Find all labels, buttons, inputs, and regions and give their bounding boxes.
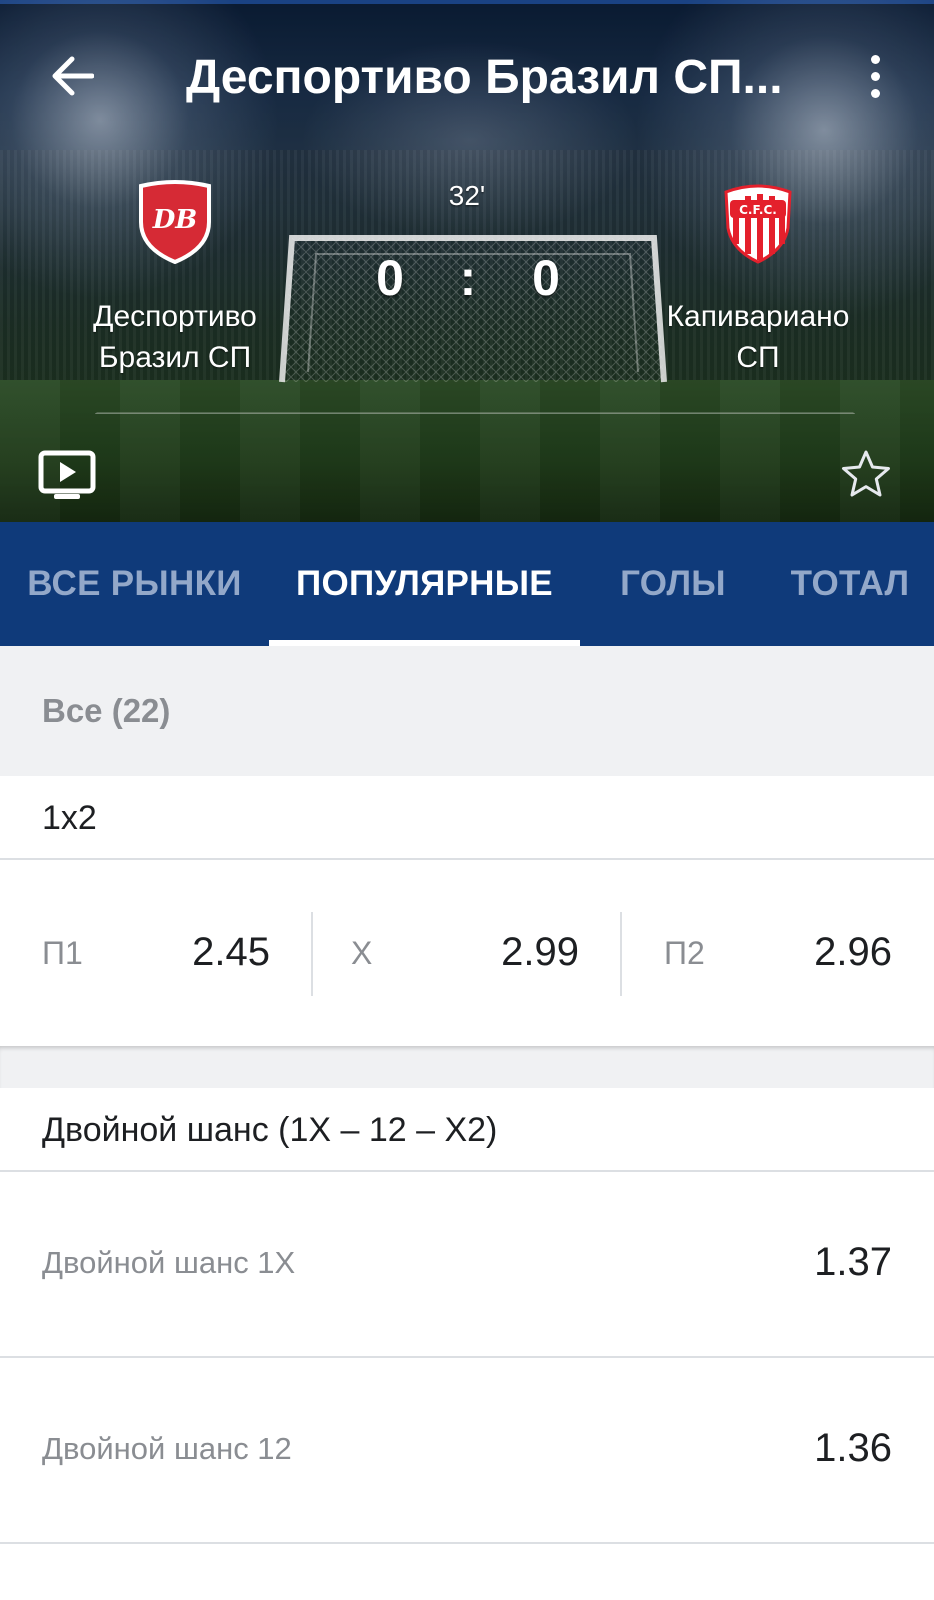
section-gap	[0, 1046, 934, 1088]
odds-value: 2.96	[814, 930, 892, 974]
odds-line-double-chance-12[interactable]: Двойной шанс 12 1.36	[0, 1358, 934, 1544]
market-filter[interactable]: Все (22)	[0, 646, 934, 776]
star-outline-icon	[842, 450, 890, 497]
away-team-name-line2: СП	[736, 341, 780, 374]
market-header-double-chance[interactable]: Двойной шанс (1X – 12 – X2)	[0, 1088, 934, 1172]
score-home: 0	[376, 250, 404, 306]
away-crest-text: C.F.C.	[739, 203, 777, 217]
odds-cell-p2[interactable]: П2 2.96	[622, 862, 934, 1046]
match-header-banner: Деспортиво Бразил СП... DB Деспортиво Бр…	[0, 0, 934, 522]
market-title: Двойной шанс (1X – 12 – X2)	[42, 1111, 498, 1149]
page-title: Деспортиво Бразил СП...	[186, 51, 783, 104]
odds-value: 1.37	[814, 1240, 892, 1284]
away-team[interactable]: C.F.C. Капивариано СП	[638, 178, 878, 378]
odds-label: П1	[42, 935, 83, 971]
market-tabs: ВСЕ РЫНКИ ПОПУЛЯРНЫЕ ГОЛЫ ТОТАЛ	[0, 522, 934, 646]
more-options-button[interactable]	[860, 48, 890, 104]
more-vertical-icon-dot	[870, 88, 880, 98]
market-header-1x2[interactable]: 1x2	[0, 776, 934, 860]
odds-line-double-chance-1x[interactable]: Двойной шанс 1X 1.37	[0, 1172, 934, 1358]
odds-label: Двойной шанс 12	[42, 1431, 292, 1466]
tab-goals[interactable]: ГОЛЫ	[580, 522, 766, 646]
favorite-button[interactable]	[840, 448, 892, 500]
more-vertical-icon-dot	[870, 71, 880, 81]
tab-total[interactable]: ТОТАЛ	[766, 522, 934, 646]
tab-popular[interactable]: ПОПУЛЯРНЫЕ	[269, 522, 580, 646]
filter-label: Все (22)	[42, 692, 171, 729]
away-team-name: Капивариано СП	[638, 296, 878, 378]
home-team-name: Деспортиво Бразил СП	[55, 296, 295, 378]
odds-row-1x2: П1 2.45 Х 2.99 П2 2.96	[0, 862, 934, 1046]
odds-cell-x[interactable]: Х 2.99	[313, 862, 621, 1046]
score-away: 0	[532, 250, 560, 306]
tab-all-markets[interactable]: ВСЕ РЫНКИ	[0, 522, 269, 646]
home-team-name-line2: Бразил СП	[98, 341, 252, 374]
odds-value: 2.99	[501, 930, 579, 974]
home-team-name-line1: Деспортиво	[93, 300, 257, 333]
arrow-left-icon	[52, 56, 94, 96]
odds-cell-p1[interactable]: П1 2.45	[0, 862, 312, 1046]
home-crest-text: DB	[152, 205, 198, 235]
odds-label: П2	[664, 935, 705, 971]
away-team-name-line1: Капивариано	[666, 300, 850, 333]
more-vertical-icon	[870, 54, 880, 64]
live-tv-icon	[38, 450, 96, 499]
match-time: 32'	[448, 180, 486, 211]
home-team-crest-icon: DB	[139, 180, 211, 264]
live-stream-button[interactable]	[38, 450, 96, 500]
odds-value: 2.45	[192, 930, 270, 974]
away-team-crest-icon: C.F.C.	[724, 184, 792, 264]
market-title: 1x2	[42, 799, 97, 837]
match-screen: Деспортиво Бразил СП... DB Деспортиво Бр…	[0, 0, 934, 1600]
score-separator: :	[459, 250, 477, 306]
back-button[interactable]	[44, 48, 100, 104]
home-team[interactable]: DB Деспортиво Бразил СП	[55, 178, 295, 378]
odds-label: Двойной шанс 1X	[42, 1245, 296, 1280]
odds-value: 1.36	[814, 1426, 892, 1470]
odds-label: Х	[351, 935, 373, 971]
